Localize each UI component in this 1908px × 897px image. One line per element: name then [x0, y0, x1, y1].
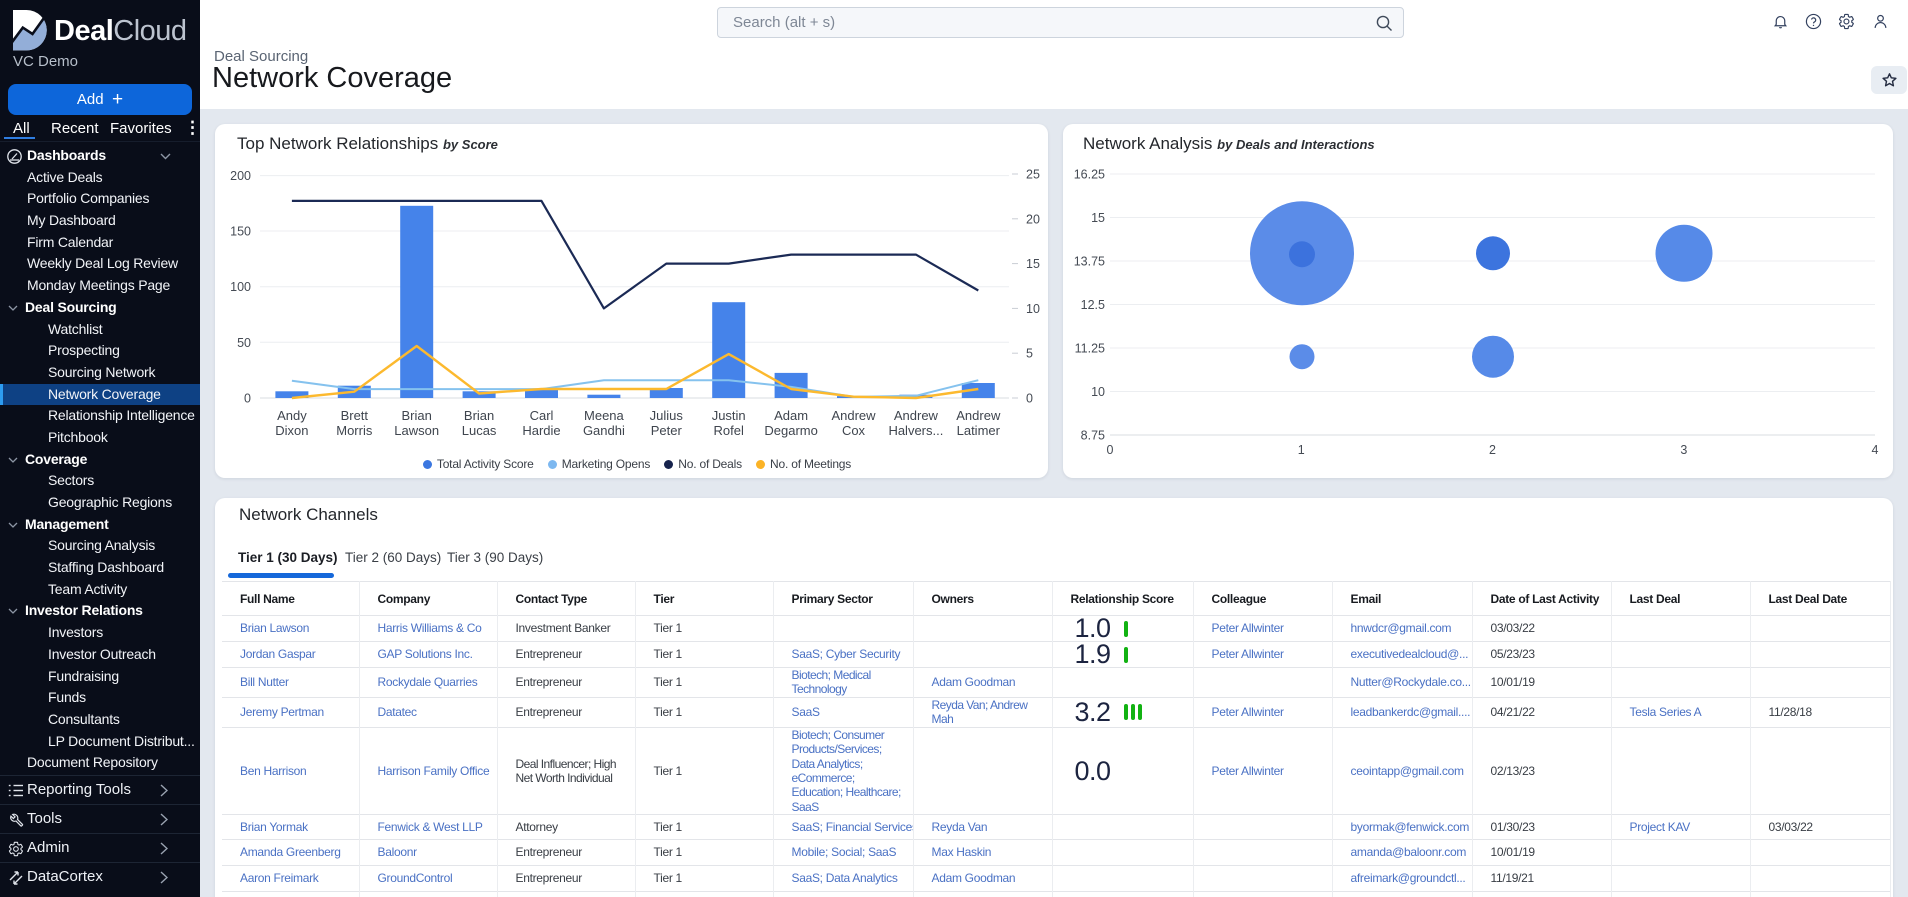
svg-text:Degarmo: Degarmo	[764, 423, 817, 438]
svg-text:10: 10	[1026, 302, 1040, 316]
svg-text:Latimer: Latimer	[957, 423, 1001, 438]
svg-text:Adam: Adam	[774, 408, 808, 423]
svg-text:Morris: Morris	[336, 423, 373, 438]
svg-text:12.5: 12.5	[1081, 298, 1105, 312]
svg-text:Brett: Brett	[341, 408, 369, 423]
svg-text:Lawson: Lawson	[394, 423, 439, 438]
svg-text:2: 2	[1489, 443, 1496, 457]
svg-text:Andrew: Andrew	[956, 408, 1001, 423]
svg-text:10: 10	[1091, 385, 1105, 399]
svg-text:0: 0	[244, 392, 251, 406]
svg-text:13.75: 13.75	[1074, 255, 1105, 269]
svg-text:Brian: Brian	[464, 408, 494, 423]
svg-text:Julius: Julius	[650, 408, 684, 423]
svg-text:Peter: Peter	[651, 423, 683, 438]
svg-text:200: 200	[230, 169, 251, 183]
svg-text:Cox: Cox	[842, 423, 866, 438]
svg-text:0: 0	[1107, 443, 1114, 457]
svg-text:Andy: Andy	[277, 408, 307, 423]
svg-text:15: 15	[1026, 257, 1040, 271]
svg-text:25: 25	[1026, 168, 1040, 182]
svg-text:150: 150	[230, 225, 251, 239]
svg-text:Halvers...: Halvers...	[888, 423, 943, 438]
svg-text:8.75: 8.75	[1081, 429, 1105, 443]
svg-text:1: 1	[1298, 443, 1305, 457]
svg-text:100: 100	[230, 280, 251, 294]
svg-text:Brian: Brian	[402, 408, 432, 423]
svg-text:20: 20	[1026, 212, 1040, 226]
svg-text:Hardie: Hardie	[522, 423, 560, 438]
svg-text:Andrew: Andrew	[831, 408, 876, 423]
svg-text:Rofel: Rofel	[714, 423, 744, 438]
svg-text:Justin: Justin	[712, 408, 746, 423]
svg-text:Dixon: Dixon	[275, 423, 308, 438]
svg-text:0: 0	[1026, 392, 1033, 406]
svg-text:15: 15	[1091, 211, 1105, 225]
svg-text:16.25: 16.25	[1074, 168, 1105, 182]
svg-text:50: 50	[237, 336, 251, 350]
svg-text:Andrew: Andrew	[894, 408, 939, 423]
svg-text:4: 4	[1872, 443, 1879, 457]
svg-text:5: 5	[1026, 347, 1033, 361]
svg-text:3: 3	[1680, 443, 1687, 457]
svg-text:Meena: Meena	[584, 408, 625, 423]
svg-text:11.25: 11.25	[1075, 342, 1105, 356]
svg-text:Lucas: Lucas	[462, 423, 497, 438]
svg-text:Gandhi: Gandhi	[583, 423, 625, 438]
svg-text:Carl: Carl	[530, 408, 554, 423]
